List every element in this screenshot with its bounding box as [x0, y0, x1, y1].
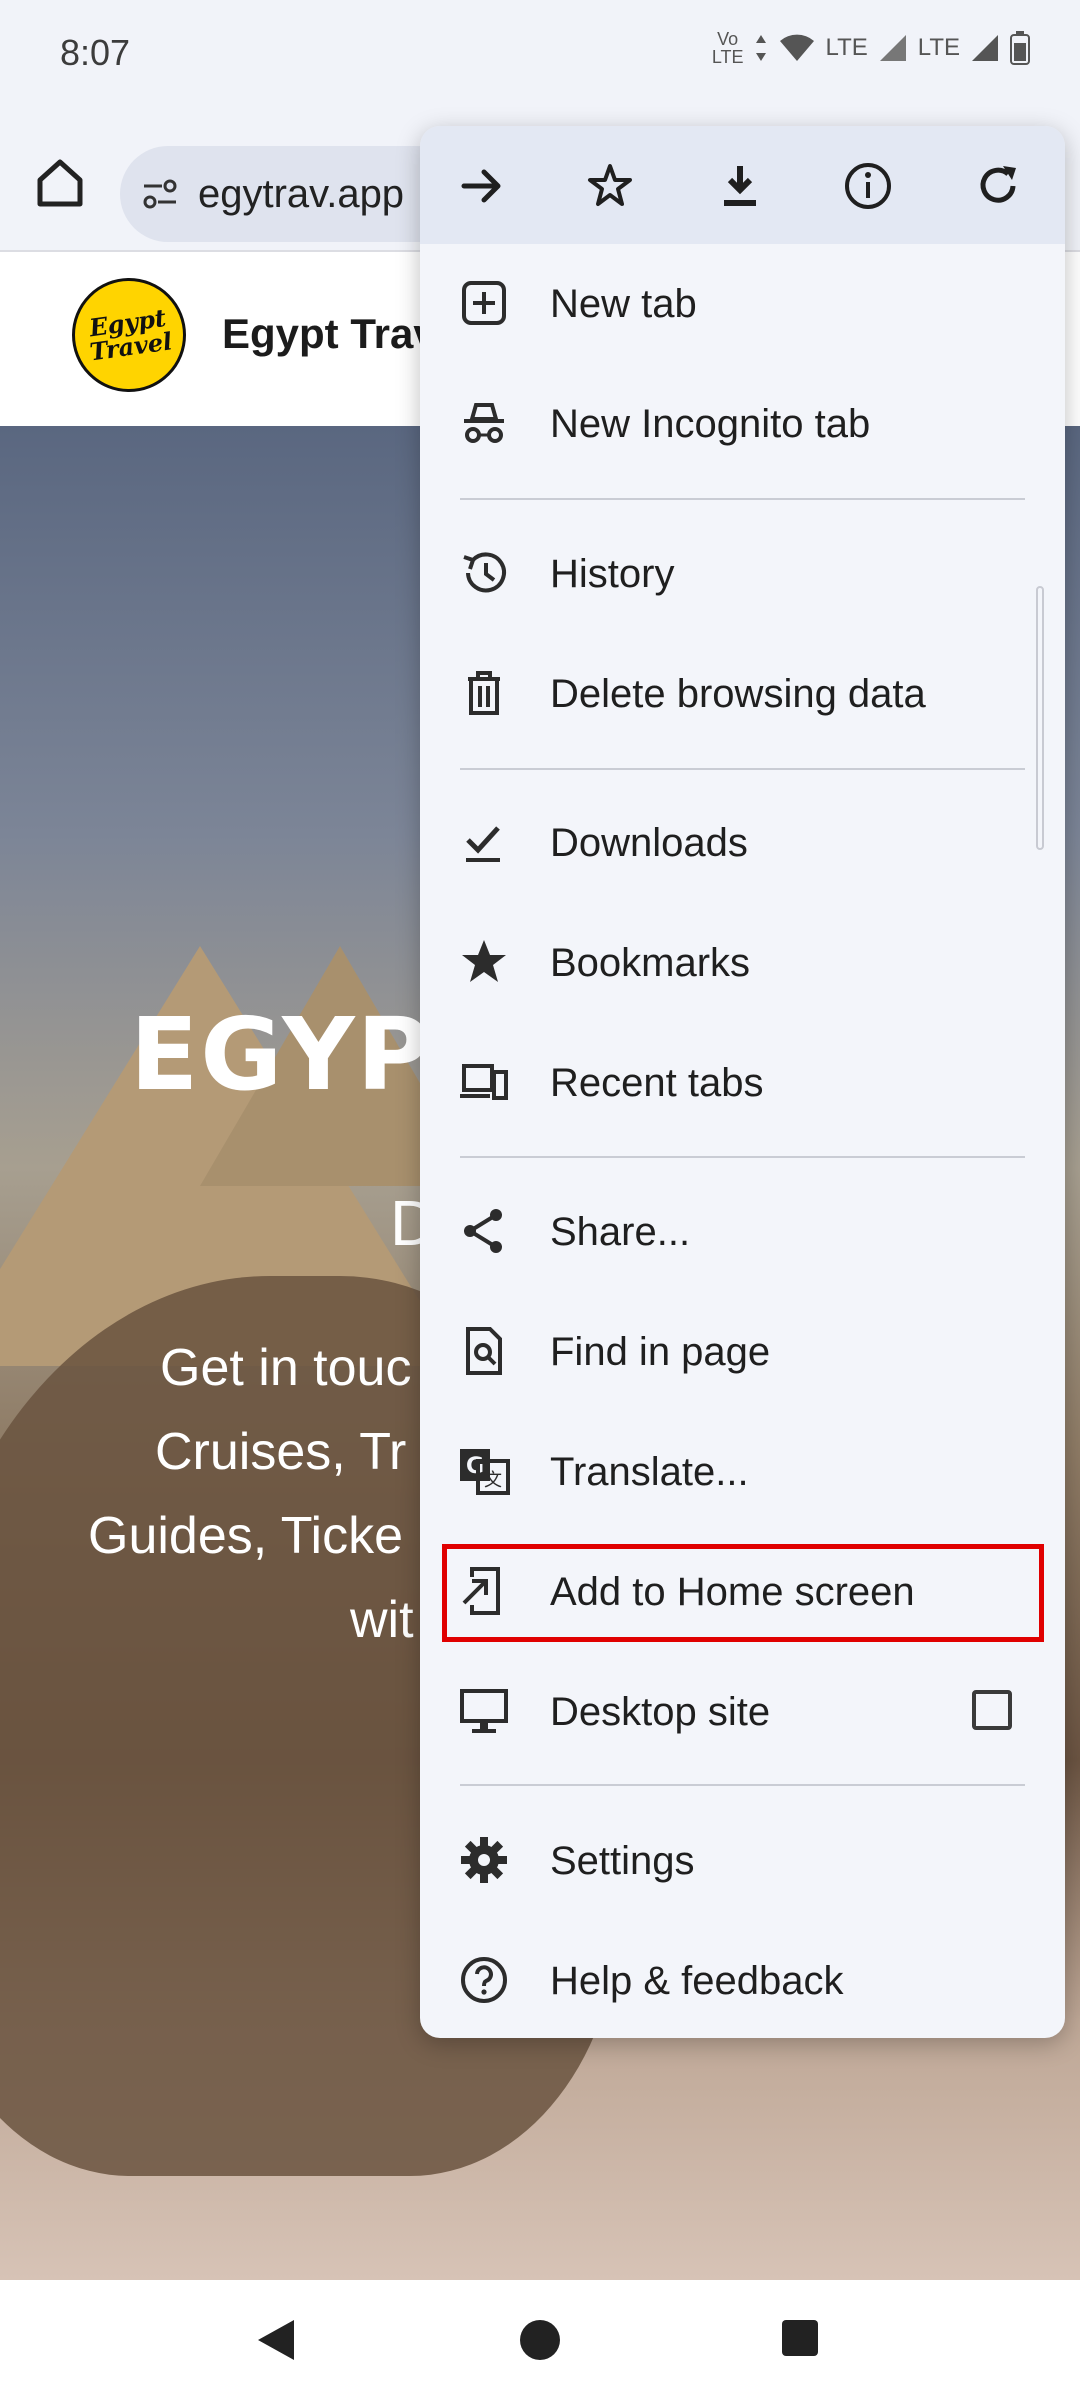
menu-item-add-to-home-screen[interactable]: Add to Home screen: [420, 1532, 1065, 1650]
page-info-icon[interactable]: [842, 160, 894, 212]
menu-item-new-tab[interactable]: New tab: [420, 244, 1065, 362]
menu-item-delete-browsing-data[interactable]: Delete browsing data: [420, 634, 1065, 752]
lte-label-2: LTE: [917, 34, 960, 61]
battery-icon: [1010, 31, 1030, 65]
menu-item-label: Desktop site: [550, 1690, 771, 1734]
menu-item-help-feedback[interactable]: Help & feedback: [420, 1921, 1065, 2038]
system-nav-bar: [0, 2280, 1080, 2400]
status-bar: 8:07 Vo LTE LTE LTE: [0, 0, 1080, 110]
recent-tabs-icon: [460, 1064, 508, 1100]
menu-divider: [460, 1156, 1025, 1158]
site-logo[interactable]: Egypt Travel: [72, 278, 186, 392]
menu-item-label: Find in page: [550, 1330, 771, 1374]
download-icon[interactable]: [714, 160, 766, 212]
menu-item-share[interactable]: Share...: [420, 1172, 1065, 1290]
menu-divider: [460, 498, 1025, 500]
menu-item-label: Settings: [550, 1839, 695, 1883]
menu-item-recent-tabs[interactable]: Recent tabs: [420, 1023, 1065, 1141]
help-icon: [461, 1957, 507, 2003]
menu-item-new-incognito-tab[interactable]: New Incognito tab: [420, 364, 1065, 482]
history-icon: [463, 552, 506, 593]
svg-text:文: 文: [484, 1470, 502, 1491]
wifi-icon: [779, 34, 814, 61]
status-icons: Vo LTE LTE LTE: [712, 30, 1030, 66]
menu-item-label: Recent tabs: [550, 1061, 764, 1105]
menu-divider: [460, 768, 1025, 770]
menu-item-find-in-page[interactable]: Find in page: [420, 1292, 1065, 1410]
back-icon[interactable]: [258, 2320, 294, 2360]
menu-action-row: [420, 126, 1065, 244]
home-button[interactable]: [30, 152, 90, 212]
forward-icon[interactable]: [456, 160, 508, 212]
desktop-site-checkbox[interactable]: [972, 1690, 1012, 1730]
trash-icon: [468, 671, 500, 715]
bookmark-star-icon[interactable]: [584, 160, 636, 212]
hero-title: EGYP: [130, 996, 432, 1113]
menu-item-label: History: [550, 552, 675, 596]
home-nav-icon[interactable]: [520, 2320, 560, 2360]
menu-item-label: Translate...: [550, 1450, 749, 1494]
menu-item-label: Downloads: [550, 821, 748, 865]
add-to-home-icon: [462, 1567, 500, 1615]
menu-item-translate[interactable]: G文 Translate...: [420, 1412, 1065, 1530]
desktop-icon: [460, 1689, 508, 1733]
menu-item-label: Help & feedback: [550, 1959, 844, 2003]
menu-item-settings[interactable]: Settings: [420, 1801, 1065, 1919]
menu-item-downloads[interactable]: Downloads: [420, 783, 1065, 901]
translate-icon: G文: [460, 1449, 510, 1495]
menu-item-label: Delete browsing data: [550, 672, 926, 716]
menu-item-history[interactable]: History: [420, 514, 1065, 632]
menu-item-label: Share...: [550, 1210, 691, 1254]
downloads-icon: [466, 826, 500, 862]
data-arrows-icon: [755, 35, 766, 61]
lte-signal-icon: [972, 35, 998, 61]
menu-scrollbar[interactable]: [1036, 586, 1044, 850]
menu-item-desktop-site[interactable]: Desktop site: [420, 1652, 1065, 1770]
bookmarks-icon: [462, 940, 506, 982]
share-icon: [464, 1209, 502, 1253]
url-text[interactable]: egytrav.app: [198, 172, 404, 217]
menu-item-label: Add to Home screen: [550, 1570, 915, 1614]
menu-divider: [460, 1784, 1025, 1786]
status-time: 8:07: [60, 32, 131, 73]
lte-signal-icon: [879, 35, 906, 61]
site-settings-icon[interactable]: [140, 174, 180, 214]
menu-item-bookmarks[interactable]: Bookmarks: [420, 903, 1065, 1021]
lte-label-1: LTE: [825, 34, 868, 61]
recents-icon[interactable]: [782, 2320, 818, 2356]
menu-item-label: Bookmarks: [550, 941, 751, 985]
svg-text:G: G: [466, 1454, 484, 1479]
settings-icon: [461, 1837, 507, 1883]
new-tab-icon: [462, 281, 506, 325]
volte-icon: Vo LTE: [711, 29, 744, 67]
menu-item-label: New tab: [550, 282, 697, 326]
site-name[interactable]: Egypt Trav: [222, 310, 437, 358]
home-icon: [37, 159, 83, 207]
menu-item-label: New Incognito tab: [550, 402, 871, 446]
browser-menu: New tab New Incognito tab History Delete…: [420, 126, 1065, 2038]
find-in-page-icon: [466, 1327, 502, 1375]
incognito-icon: [464, 403, 504, 443]
reload-icon[interactable]: [972, 160, 1024, 212]
